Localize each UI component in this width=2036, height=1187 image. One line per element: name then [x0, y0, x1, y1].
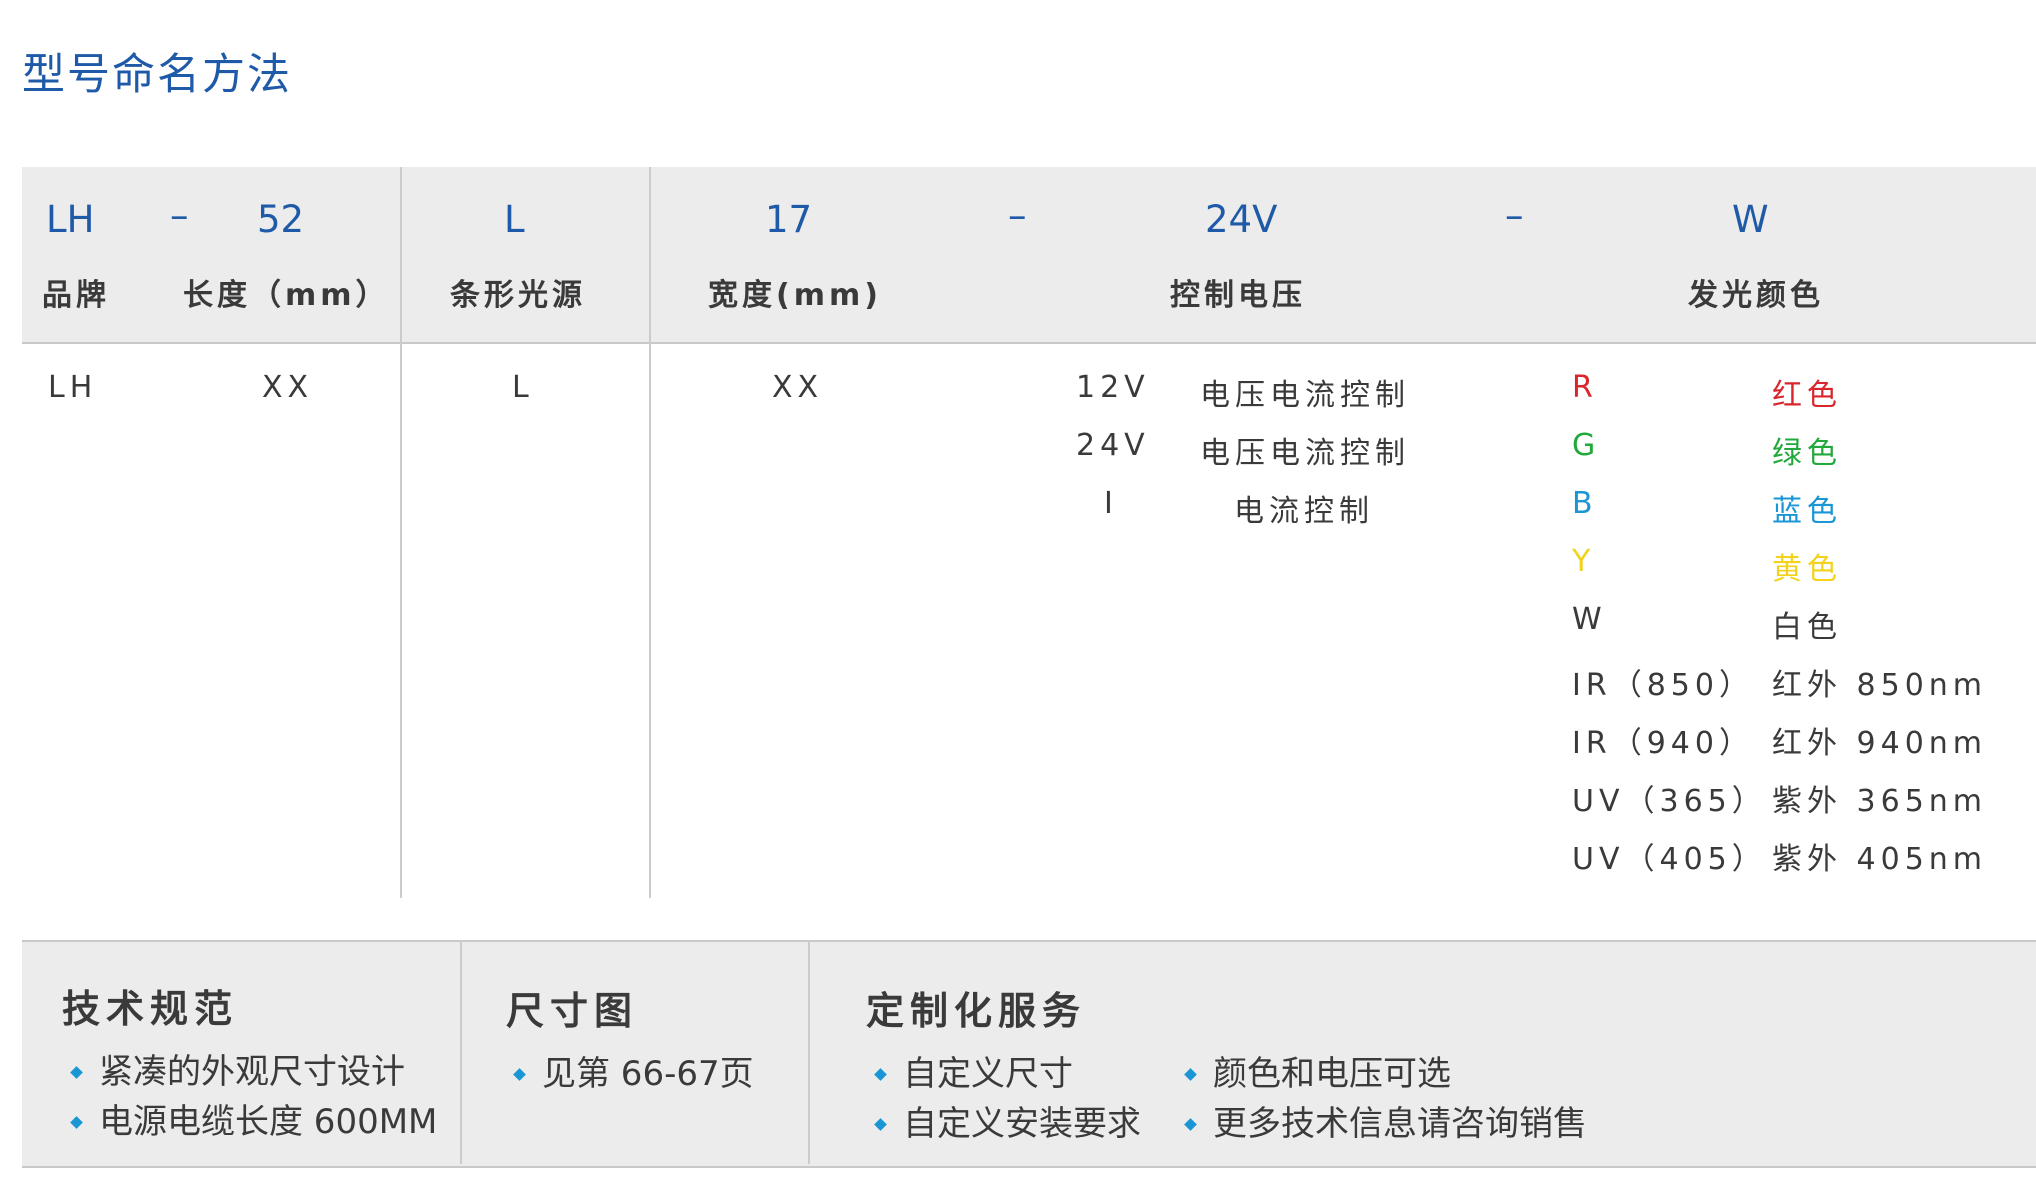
code-length: 52 — [257, 198, 305, 241]
info-divider-2 — [808, 940, 810, 1164]
color-code: W — [1572, 602, 1607, 637]
value-brand: LH — [48, 370, 98, 405]
color-code: Y — [1572, 544, 1596, 579]
custom-item: 自定义安装要求 — [874, 1096, 1141, 1145]
label-voltage: 控制电压 — [1170, 278, 1306, 313]
color-code: IR（940） — [1572, 726, 1754, 761]
color-name: 红色 — [1772, 378, 1842, 413]
label-color: 发光颜色 — [1688, 278, 1824, 313]
header-divider — [22, 342, 2036, 344]
voltage-code: I — [1104, 486, 1118, 521]
color-name: 紫外 365nm — [1772, 784, 1988, 819]
naming-table-header — [22, 167, 2036, 343]
value-length: XX — [262, 370, 314, 405]
color-name: 绿色 — [1772, 436, 1842, 471]
voltage-desc: 电压电流控制 — [1200, 378, 1410, 413]
bullet-icon — [1184, 1118, 1197, 1131]
label-type: 条形光源 — [450, 278, 586, 313]
color-code: UV（405） — [1572, 842, 1767, 877]
color-name: 红外 940nm — [1772, 726, 1988, 761]
bullet-icon — [513, 1068, 526, 1081]
color-name: 紫外 405nm — [1772, 842, 1988, 877]
voltage-code: 12V — [1076, 370, 1150, 405]
info-divider-1 — [460, 940, 462, 1164]
spec-heading: 技术规范 — [62, 987, 239, 1031]
bullet-icon — [70, 1066, 83, 1079]
custom-item: 自定义尺寸 — [874, 1046, 1073, 1095]
bullet-icon — [874, 1068, 887, 1081]
color-code: IR（850） — [1572, 668, 1754, 703]
bullet-icon — [70, 1116, 83, 1129]
dimension-item: 见第 66-67页 — [513, 1046, 754, 1095]
code-dash-1: – — [170, 194, 189, 237]
column-divider-1 — [400, 167, 402, 898]
code-width: 17 — [765, 198, 813, 241]
code-brand: LH — [46, 198, 95, 241]
voltage-desc: 电压电流控制 — [1200, 436, 1410, 471]
value-type: L — [512, 370, 534, 405]
page-title: 型号命名方法 — [22, 50, 292, 100]
code-color: W — [1732, 198, 1769, 241]
code-type: L — [504, 198, 525, 241]
custom-item: 颜色和电压可选 — [1184, 1046, 1451, 1095]
bullet-icon — [1184, 1068, 1197, 1081]
color-name: 黄色 — [1772, 552, 1842, 587]
code-dash-2: – — [1008, 194, 1027, 237]
color-code: UV（365） — [1572, 784, 1767, 819]
dimension-heading: 尺寸图 — [506, 989, 639, 1033]
color-code: B — [1572, 486, 1598, 521]
label-brand: 品牌 — [42, 278, 110, 313]
color-name: 红外 850nm — [1772, 668, 1988, 703]
spec-item: 紧凑的外观尺寸设计 — [70, 1044, 405, 1093]
code-voltage: 24V — [1205, 198, 1278, 241]
voltage-code: 24V — [1076, 428, 1150, 463]
value-width: XX — [772, 370, 824, 405]
bullet-icon — [874, 1118, 887, 1131]
voltage-desc: 电流控制 — [1234, 494, 1374, 529]
color-name: 蓝色 — [1772, 494, 1842, 529]
color-code: R — [1572, 370, 1598, 405]
label-width: 宽度(mm) — [708, 278, 882, 313]
color-name: 白色 — [1772, 610, 1842, 645]
color-code: G — [1572, 428, 1601, 463]
custom-item: 更多技术信息请咨询销售 — [1184, 1096, 1587, 1145]
column-divider-2 — [649, 167, 651, 898]
code-dash-3: – — [1505, 194, 1524, 237]
label-length: 长度（mm） — [183, 278, 390, 313]
spec-item: 电源电缆长度 600MM — [70, 1094, 437, 1143]
custom-heading: 定制化服务 — [866, 989, 1087, 1033]
